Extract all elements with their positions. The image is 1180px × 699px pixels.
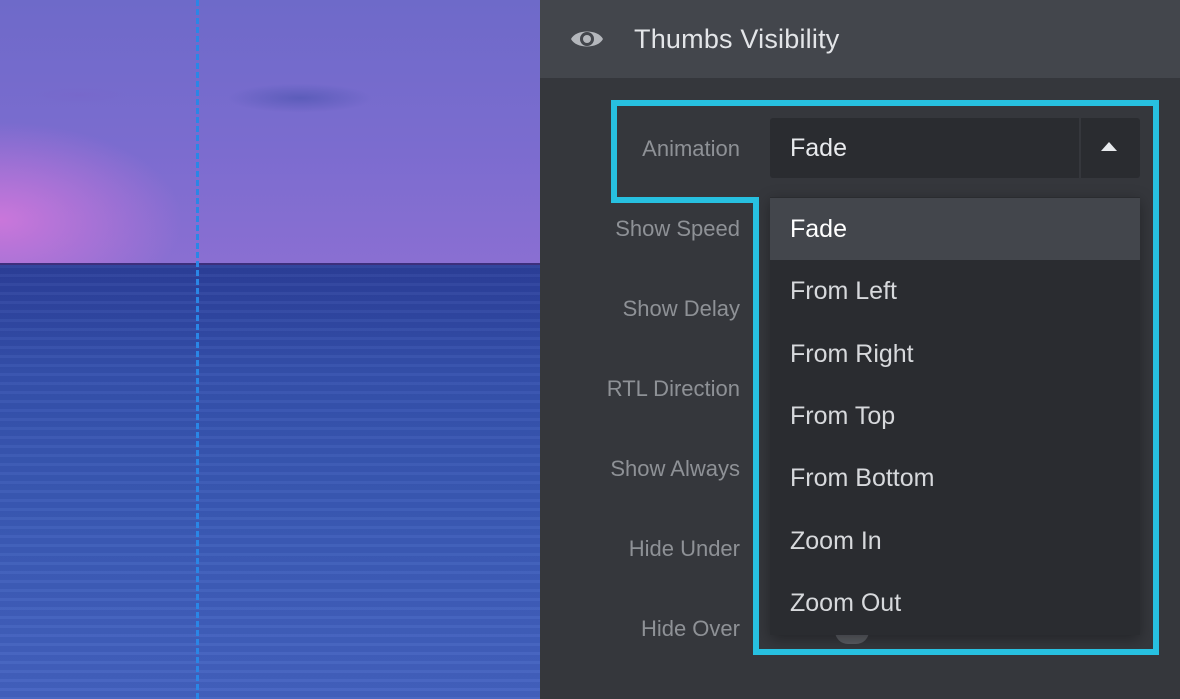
dropdown-option-zoom-out[interactable]: Zoom Out: [770, 572, 1140, 634]
animation-dropdown-list: Fade From Left From Right From Top From …: [770, 197, 1140, 635]
guide-line[interactable]: [196, 0, 199, 699]
option-label: Zoom In: [790, 527, 882, 555]
sky-background: [0, 0, 540, 265]
screen: Thumbs Visibility Animation Show Speed S…: [0, 0, 1180, 699]
dropdown-option-from-top[interactable]: From Top: [770, 385, 1140, 447]
animation-select[interactable]: Fade: [770, 118, 1140, 178]
hide-under-label: Hide Under: [628, 536, 740, 561]
show-speed-label: Show Speed: [615, 216, 740, 241]
option-label: From Top: [790, 402, 896, 430]
option-label: From Bottom: [790, 464, 935, 492]
hide-over-label: Hide Over: [640, 616, 740, 641]
dropdown-option-from-right[interactable]: From Right: [770, 323, 1140, 385]
animation-label: Animation: [642, 136, 740, 161]
section-title: Thumbs Visibility: [634, 24, 840, 54]
eye-icon[interactable]: [570, 25, 604, 53]
option-label: From Right: [790, 340, 914, 368]
show-delay-label: Show Delay: [622, 296, 740, 321]
option-label: Fade: [790, 215, 847, 243]
dropdown-option-zoom-in[interactable]: Zoom In: [770, 510, 1140, 572]
dropdown-option-from-bottom[interactable]: From Bottom: [770, 447, 1140, 509]
animation-select-value: Fade: [790, 134, 847, 162]
slide-preview-image: [0, 0, 540, 699]
select-divider: [1079, 118, 1081, 178]
settings-panel: Thumbs Visibility Animation Show Speed S…: [540, 0, 1180, 699]
option-label: From Left: [790, 277, 897, 305]
chevron-up-icon[interactable]: [1101, 142, 1117, 151]
sea-background: [0, 265, 540, 699]
panel-header: Thumbs Visibility: [540, 0, 1180, 78]
dropdown-option-fade[interactable]: Fade: [770, 198, 1140, 260]
option-label: Zoom Out: [790, 589, 902, 617]
rtl-direction-label: RTL Direction: [606, 376, 740, 401]
show-always-label: Show Always: [610, 456, 740, 481]
dropdown-option-from-left[interactable]: From Left: [770, 260, 1140, 322]
